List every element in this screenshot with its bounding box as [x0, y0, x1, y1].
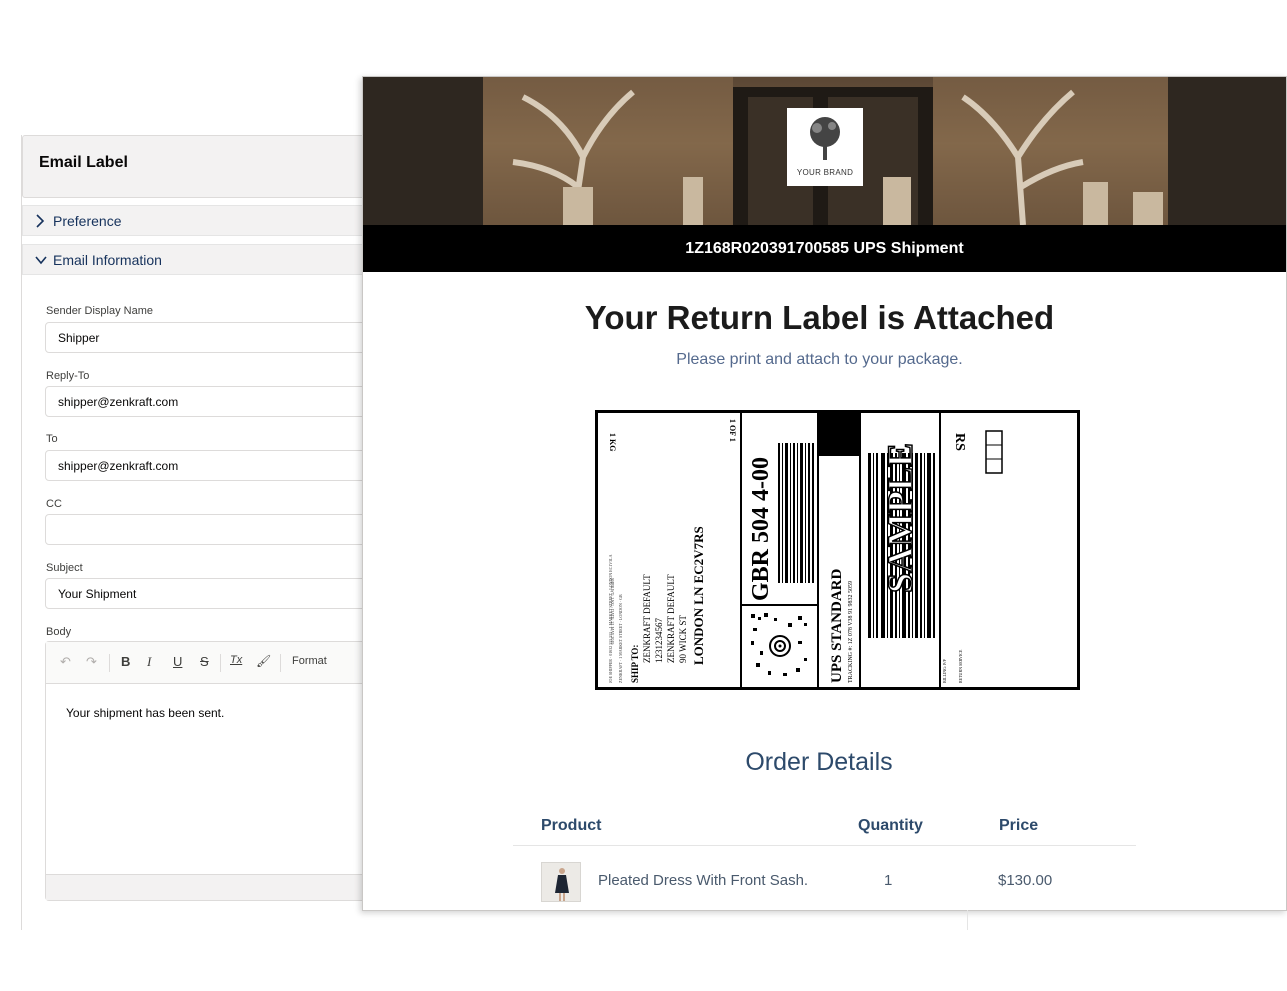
label-recipient-line: 1231234567: [654, 618, 664, 664]
sender-name-label: Sender Display Name: [46, 305, 153, 317]
to-label: To: [46, 433, 58, 445]
strikethrough-button[interactable]: S: [200, 654, 209, 669]
chevron-right-icon: [36, 214, 45, 228]
label-box-glyph: [985, 430, 1003, 474]
subject-label: Subject: [46, 562, 83, 574]
label-sample-watermark: SAMPLE: [880, 443, 920, 593]
order-details-title: Order Details: [745, 748, 893, 776]
paint-format-icon[interactable]: 🖌: [256, 654, 271, 668]
routing-barcode: [778, 443, 814, 583]
section-preference-label: Preference: [53, 213, 122, 229]
section-email-information-label: Email Information: [53, 252, 162, 268]
label-ship-to: SHIP TO:: [630, 645, 640, 683]
underline-button[interactable]: U: [173, 654, 182, 669]
svg-text:ZENKRAFT · 1 MARKET STREET · L: ZENKRAFT · 1 MARKET STREET · LONDON · GB: [618, 594, 623, 683]
chevron-down-icon: [35, 256, 47, 265]
email-headline: Your Return Label is Attached: [584, 299, 1055, 336]
store-banner-image: YOUR BRAND: [363, 77, 1286, 225]
undo-icon[interactable]: ↶: [60, 654, 71, 670]
label-routing: GBR 504 4-00: [748, 457, 774, 601]
tree-logo-icon: [810, 117, 840, 160]
label-recipient-line: 90 WICK ST: [678, 615, 688, 663]
svg-text:SHPR WT: 1 KG · DATE: 21 MAY 2: SHPR WT: 1 KG · DATE: 21 MAY 2019: [610, 578, 615, 644]
label-recipient-line: ZENKRAFT DEFAULT: [666, 574, 676, 663]
column-header-price: Price: [999, 817, 1039, 834]
table-divider: [513, 845, 1136, 846]
reply-to-value: shipper@zenkraft.com: [58, 395, 179, 409]
sender-name-value: Shipper: [58, 331, 100, 345]
toolbar-divider: [109, 654, 110, 672]
column-header-quantity: Quantity: [858, 817, 923, 834]
label-city: LONDON LN EC2V7RS: [691, 526, 706, 665]
body-label: Body: [46, 626, 72, 638]
toolbar-divider: [280, 654, 281, 672]
product-quantity: 1: [884, 872, 893, 889]
email-label-panel: Email Label Preference Email Information…: [21, 135, 422, 930]
subject-value: Your Shipment: [58, 587, 137, 601]
maxicode: [748, 611, 812, 681]
label-service: UPS STANDARD: [829, 569, 845, 683]
label-billing: BILLING: P/P: [942, 659, 947, 683]
card-title: Email Label: [39, 154, 128, 171]
body-text[interactable]: Your shipment has been sent.: [66, 706, 224, 720]
shipping-label-image: JOE SHIPPER · 01632 555 555 · 1 MARKET S…: [595, 410, 1080, 690]
italic-button[interactable]: I: [147, 654, 151, 670]
cc-label: CC: [46, 498, 62, 510]
label-count: 1 OF 1: [728, 419, 737, 442]
toolbar-divider: [220, 654, 221, 672]
brand-name: YOUR BRAND: [796, 168, 854, 177]
bold-button[interactable]: B: [121, 654, 130, 669]
redo-icon[interactable]: ↷: [86, 654, 97, 670]
panel-edge: [967, 910, 968, 930]
brand-logo: YOUR BRAND: [787, 108, 863, 186]
email-subheadline: Please print and attach to your package.: [676, 351, 963, 368]
label-recipient-line: ZENKRAFT DEFAULT: [642, 574, 652, 663]
tracking-header: 1Z168R020391700585 UPS Shipment: [363, 225, 1286, 272]
product-thumbnail: [541, 862, 581, 902]
tracking-header-text: 1Z168R020391700585 UPS Shipment: [685, 240, 964, 257]
ups-label-graphic: JOE SHIPPER · 01632 555 555 · 1 MARKET S…: [608, 413, 1003, 687]
to-value: shipper@zenkraft.com: [58, 459, 179, 473]
product-name: Pleated Dress With Front Sash.: [598, 872, 809, 889]
format-select[interactable]: Format: [292, 655, 327, 667]
label-rs: RS: [952, 433, 967, 451]
label-tracking: TRACKING #: 1Z 078 V38 91 9832 5059: [848, 581, 854, 683]
label-weight: 1 KG: [608, 433, 617, 451]
column-header-product: Product: [541, 817, 602, 834]
email-preview: YOUR BRAND 1Z168R020391700585 UPS Shipme…: [362, 76, 1287, 911]
reply-to-label: Reply-To: [46, 370, 90, 382]
dress-image: [555, 868, 569, 901]
product-price: $130.00: [998, 872, 1053, 889]
clear-format-button[interactable]: Tx: [230, 654, 242, 666]
label-return-service: RETURN SERVICE: [958, 649, 963, 683]
